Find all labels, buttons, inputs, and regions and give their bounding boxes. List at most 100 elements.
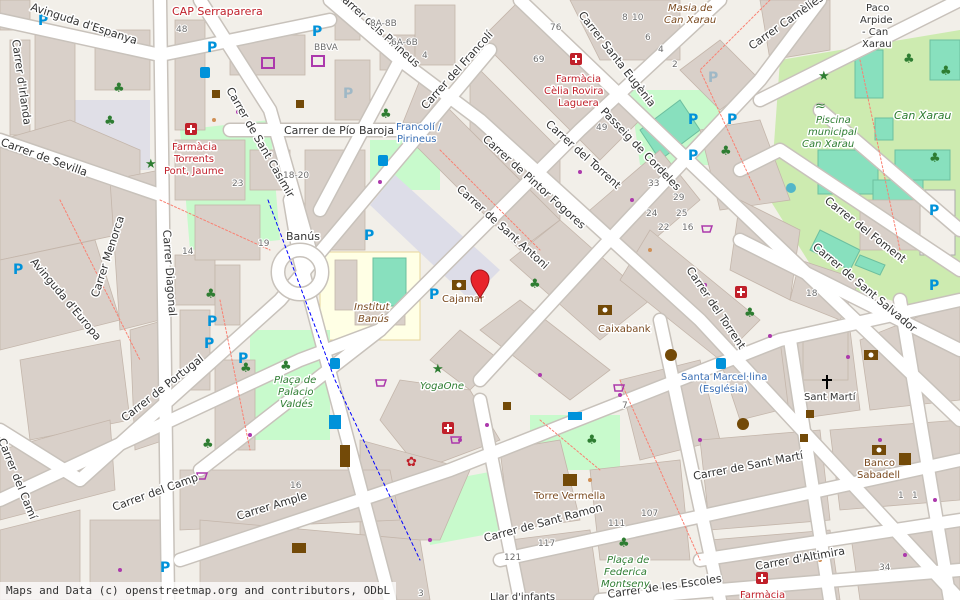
monument-icon[interactable] — [340, 445, 350, 467]
svg-text:P: P — [160, 560, 170, 576]
cafe-icon[interactable] — [806, 410, 814, 418]
bank-icon[interactable] — [872, 445, 886, 455]
fitness-icon[interactable]: ★ — [432, 362, 444, 377]
street-label: Carrer de Pío Baroja — [284, 124, 394, 137]
parking-icon[interactable]: P — [364, 228, 374, 244]
poi-label: BBVA — [314, 43, 339, 53]
svg-text:★: ★ — [432, 362, 444, 377]
shopping-cart-icon[interactable] — [375, 379, 388, 387]
fitness-icon[interactable]: ★ — [818, 69, 830, 84]
house-number: 1 — [912, 491, 918, 501]
parking-icon[interactable]: P — [688, 148, 698, 164]
house-number: 6A-6B — [391, 38, 418, 48]
playground-icon: ♣ — [940, 64, 952, 79]
parking-icon[interactable]: P — [312, 24, 322, 40]
house-number: 19 — [258, 239, 270, 249]
svg-text:P: P — [207, 314, 217, 330]
bank-icon[interactable] — [864, 350, 878, 360]
pharmacy-icon[interactable] — [442, 422, 454, 434]
svg-text:P: P — [688, 112, 698, 128]
poi-label: - Can — [862, 27, 888, 38]
svg-text:♣: ♣ — [205, 287, 217, 302]
poi-label: Torre Vermella — [533, 491, 605, 502]
hotel-icon[interactable] — [568, 412, 582, 420]
svg-text:P: P — [13, 262, 23, 278]
house-number: 8 — [622, 13, 628, 23]
poi-label: Piscina — [816, 115, 851, 126]
art-icon[interactable] — [665, 349, 677, 361]
map-view[interactable]: P P P P P P P P P P P P P P P P P ♣ ♣ ♣ … — [0, 0, 960, 600]
svg-text:♣: ♣ — [202, 437, 214, 452]
poi-label: Xarau — [862, 39, 892, 50]
charging-station-icon[interactable] — [329, 415, 341, 429]
house-number: 18-20 — [283, 171, 309, 181]
shop-icon[interactable] — [311, 55, 325, 67]
poi-label: Federica — [604, 567, 647, 578]
parking-icon[interactable]: P — [204, 336, 214, 352]
bus-stop-icon[interactable] — [378, 155, 388, 166]
parking-icon[interactable]: P — [207, 314, 217, 330]
museum-icon[interactable] — [899, 453, 911, 465]
parking-icon[interactable]: P — [207, 40, 217, 56]
svg-text:★: ★ — [145, 157, 157, 172]
house-number: 10 — [632, 13, 644, 23]
poi-label: Banús — [286, 230, 320, 243]
svg-text:P: P — [929, 278, 939, 294]
poi-label: Farmàcia — [556, 73, 601, 85]
svg-text:♣: ♣ — [240, 361, 252, 376]
svg-text:♣: ♣ — [744, 306, 756, 321]
art-icon[interactable] — [737, 418, 749, 430]
fitness-icon[interactable]: ★ — [145, 157, 157, 172]
poi-label: Laguera — [558, 98, 599, 109]
bus-stop-icon[interactable] — [716, 358, 726, 369]
parking-icon[interactable]: P — [929, 278, 939, 294]
cafe-icon[interactable] — [296, 100, 304, 108]
house-number: 22 — [658, 223, 669, 233]
poi-label: Pirineus — [397, 134, 437, 145]
fountain-icon[interactable] — [786, 183, 796, 193]
playground-icon: ♣ — [380, 107, 392, 122]
parking-icon[interactable]: P — [13, 262, 23, 278]
playground-icon: ♣ — [744, 306, 756, 321]
shopping-cart-icon[interactable] — [701, 225, 714, 233]
pharmacy-icon[interactable] — [185, 123, 197, 135]
pharmacy-icon[interactable] — [570, 53, 582, 65]
poi-label: YogaOne — [420, 381, 464, 392]
svg-text:♣: ♣ — [380, 107, 392, 122]
poi-label: Can Xarau — [664, 15, 716, 26]
poi-label: Farmàcia — [172, 141, 217, 153]
pharmacy-icon[interactable] — [735, 286, 747, 298]
cafe-icon[interactable] — [503, 402, 511, 410]
svg-text:P: P — [204, 336, 214, 352]
map-canvas[interactable]: P P P P P P P P P P P P P P P P P ♣ ♣ ♣ … — [0, 0, 960, 600]
pharmacy-icon[interactable] — [756, 572, 768, 584]
svg-text:♣: ♣ — [618, 536, 630, 551]
post-office-icon[interactable] — [292, 543, 306, 553]
parking-icon[interactable]: P — [160, 560, 170, 576]
swimming-icon[interactable]: ≈ — [815, 99, 826, 114]
parking-icon[interactable]: P — [929, 203, 939, 219]
poi-label: Institut — [354, 302, 390, 313]
svg-text:♣: ♣ — [280, 359, 292, 374]
poi-label: Banco — [864, 458, 895, 469]
castle-icon[interactable] — [563, 474, 577, 486]
bus-stop-icon[interactable] — [330, 358, 340, 369]
svg-text:P: P — [343, 86, 353, 102]
cafe-icon[interactable] — [212, 90, 220, 98]
parking-icon[interactable]: P — [429, 287, 439, 303]
playground-icon: ♣ — [903, 52, 915, 67]
parking-icon[interactable]: P — [343, 86, 353, 102]
bank-icon[interactable] — [452, 280, 466, 290]
bus-stop-icon[interactable] — [200, 67, 210, 78]
parking-icon[interactable]: P — [708, 70, 718, 86]
house-number: 4 — [422, 51, 428, 61]
svg-text:♣: ♣ — [113, 81, 125, 96]
house-number: 8A-8B — [370, 19, 397, 29]
cafe-icon[interactable] — [800, 434, 808, 442]
veterinary-icon[interactable]: ✿ — [406, 455, 417, 470]
house-number: 14 — [182, 247, 194, 257]
house-number: 76 — [550, 23, 562, 33]
parking-icon[interactable]: P — [727, 112, 737, 128]
bank-icon[interactable] — [598, 305, 612, 315]
parking-icon[interactable]: P — [688, 112, 698, 128]
